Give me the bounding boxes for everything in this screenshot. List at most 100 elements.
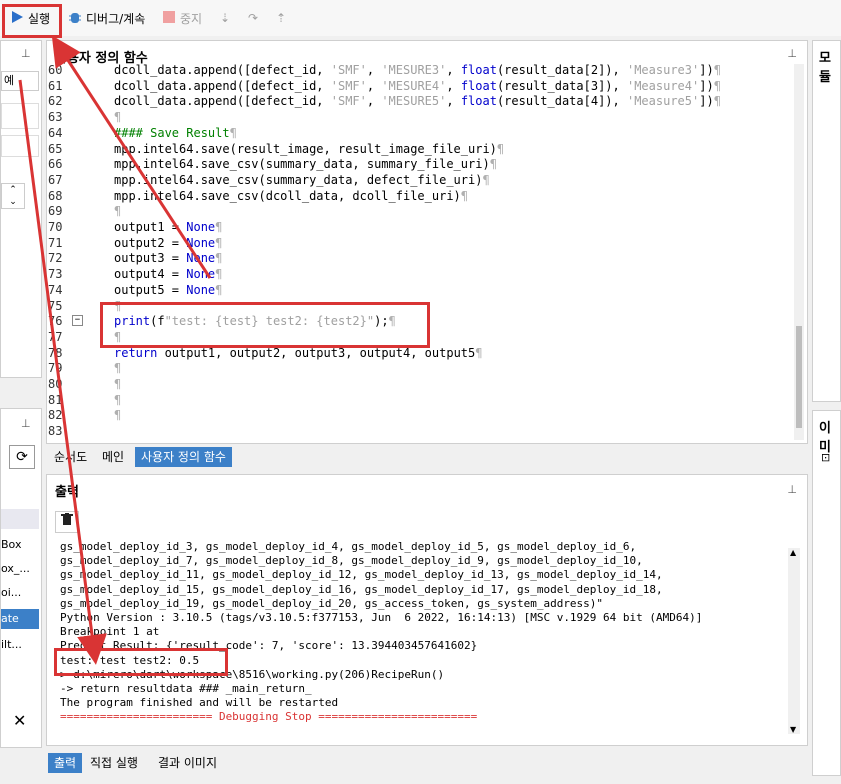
pin-icon[interactable]: ⊥ xyxy=(21,47,31,60)
output-line: -> return resultdata ### _main_return_ xyxy=(60,682,312,695)
code-text: ¶ xyxy=(114,408,122,423)
debug-continue-button[interactable]: 디버그/계속 xyxy=(68,6,145,30)
code-text: mpp.intel64.save(result_image, result_im… xyxy=(114,141,505,156)
line-number: 61 xyxy=(48,78,63,93)
tab-output[interactable]: 출력 xyxy=(48,753,83,773)
close-icon[interactable]: ✕ xyxy=(13,711,26,730)
line-number: 75 xyxy=(48,298,63,313)
code-text: dcoll_data.append([defect_id, 'SMF', 'ME… xyxy=(114,78,721,93)
line-number: 79 xyxy=(48,361,63,376)
line-number: 80 xyxy=(48,377,63,391)
output-line: gs_model_deploy_id_11, gs_model_deploy_i… xyxy=(60,568,663,582)
line-number: 64 xyxy=(48,125,63,140)
output-line: gs_model_deploy_id_3, gs_model_deploy_id… xyxy=(60,540,637,553)
tab-flowchart[interactable]: 순서도 xyxy=(48,447,93,467)
step-over-button[interactable]: ↷ xyxy=(248,6,258,30)
tab-result-image[interactable]: 결과 이미지 xyxy=(152,753,223,773)
annotation-box-print xyxy=(100,302,430,348)
left-field-3[interactable] xyxy=(1,135,39,157)
annotation-box-output xyxy=(54,648,228,676)
code-text: ¶ xyxy=(114,377,122,391)
refresh-button[interactable]: ⟳ xyxy=(9,445,35,469)
line-number: 65 xyxy=(48,141,63,156)
output-line: gs_model_deploy_id_19, gs_model_deploy_i… xyxy=(60,596,604,610)
step-out-button[interactable]: ⇡ xyxy=(276,6,286,30)
code-text: output2 = None¶ xyxy=(114,235,223,250)
clear-output-button[interactable] xyxy=(55,511,79,533)
output-title: 출력 xyxy=(55,485,79,500)
pin-icon-output[interactable]: ⊥ xyxy=(787,483,797,496)
editor-scrollbar[interactable] xyxy=(794,64,804,440)
line-number: 73 xyxy=(48,267,63,282)
step-out-icon: ⇡ xyxy=(276,11,287,25)
code-text: #### Save Result¶ xyxy=(114,125,237,140)
output-line: Breakpoint 1 at xyxy=(60,625,160,639)
line-number: 63 xyxy=(48,110,63,125)
line-number: 74 xyxy=(48,282,63,297)
image-icon[interactable]: ⊡ xyxy=(821,451,830,464)
left-field-2[interactable] xyxy=(1,103,39,129)
tab-immediate[interactable]: 직접 실행 xyxy=(84,753,144,773)
code-editor[interactable]: 60 dcoll_data.append([defect_id, 'SMF', '… xyxy=(48,62,806,442)
fold-toggle-icon[interactable]: − xyxy=(72,315,83,327)
image-title: 이미 xyxy=(819,421,831,455)
right-panel-top: 모듈 xyxy=(812,40,841,402)
scroll-down-icon[interactable]: ▼ xyxy=(790,725,796,734)
trash-icon xyxy=(61,513,73,529)
scroll-up-icon[interactable]: ▲ xyxy=(790,548,796,557)
code-text: dcoll_data.append([defect_id, 'SMF', 'ME… xyxy=(114,94,721,109)
pin-icon-2[interactable]: ⊥ xyxy=(21,417,31,430)
tab-user-function[interactable]: 사용자 정의 함수 xyxy=(135,447,232,467)
step-over-icon: ↷ xyxy=(248,11,259,25)
line-number: 66 xyxy=(48,157,63,172)
line-number: 82 xyxy=(48,408,63,423)
pin-icon-editor[interactable]: ⊥ xyxy=(787,47,797,60)
line-number: 60 xyxy=(48,63,63,77)
left-list-item[interactable]: oi... xyxy=(1,583,39,603)
code-text: output3 = None¶ xyxy=(114,251,223,266)
output-line: gs_model_deploy_id_15, gs_model_deploy_i… xyxy=(60,582,663,596)
left-top-field[interactable]: 예 xyxy=(1,71,39,91)
left-list-item[interactable]: ilt... xyxy=(1,635,39,655)
left-list-item[interactable] xyxy=(1,509,39,529)
line-number: 62 xyxy=(48,94,63,109)
left-list-item[interactable]: Box xyxy=(1,535,39,555)
stop-button[interactable]: 중지 xyxy=(162,6,202,30)
debug-label: 디버그/계속 xyxy=(86,11,146,26)
tab-main[interactable]: 메인 xyxy=(96,447,130,467)
right-panel-bottom: 이미 ⊡ xyxy=(812,410,841,776)
bottom-tab-bar: 출력 직접 실행 결과 이미지 xyxy=(46,752,808,776)
output-console[interactable]: gs_model_deploy_id_3, gs_model_deploy_id… xyxy=(48,540,788,736)
output-scrollbar[interactable]: ▲ ▼ xyxy=(788,548,800,734)
line-number: 67 xyxy=(48,172,63,187)
line-number: 71 xyxy=(48,235,63,250)
line-number: 78 xyxy=(48,345,63,360)
left-panel-top: ⊥ 예 ⌃ ⌄ xyxy=(0,40,42,378)
code-text: ¶ xyxy=(114,361,122,376)
code-text: dcoll_data.append([defect_id, 'SMF', 'ME… xyxy=(114,63,721,77)
code-text: ¶ xyxy=(114,110,122,125)
line-number: 69 xyxy=(48,204,63,219)
output-line: The program finished and will be restart… xyxy=(60,696,339,710)
left-list-item-selected[interactable]: ate xyxy=(1,609,39,629)
refresh-icon: ⟳ xyxy=(16,449,28,465)
output-line: Python Version : 3.10.5 (tags/v3.10.5:f3… xyxy=(60,611,703,624)
left-list-item[interactable]: ox_... xyxy=(1,559,39,579)
step-into-icon: ⇣ xyxy=(220,11,231,25)
line-number: 70 xyxy=(48,220,63,234)
module-title: 모듈 xyxy=(819,51,831,85)
line-number: 72 xyxy=(48,251,63,266)
output-line: gs_model_deploy_id_7, gs_model_deploy_id… xyxy=(60,554,643,568)
code-text: output5 = None¶ xyxy=(114,282,223,297)
line-number: 77 xyxy=(48,329,63,344)
editor-tab-bar: 순서도 메인 사용자 정의 함수 xyxy=(46,444,808,470)
code-text: output1 = None¶ xyxy=(114,220,223,234)
stop-icon xyxy=(162,10,176,27)
step-into-button[interactable]: ⇣ xyxy=(220,6,230,30)
editor-scroll-thumb[interactable] xyxy=(796,326,802,428)
line-number: 83 xyxy=(48,424,63,439)
spinner-control[interactable]: ⌃ ⌄ xyxy=(1,183,25,209)
code-text: mpp.intel64.save_csv(dcoll_data, dcoll_f… xyxy=(114,188,469,203)
code-text: output4 = None¶ xyxy=(114,267,223,282)
annotation-box-run xyxy=(2,4,62,38)
